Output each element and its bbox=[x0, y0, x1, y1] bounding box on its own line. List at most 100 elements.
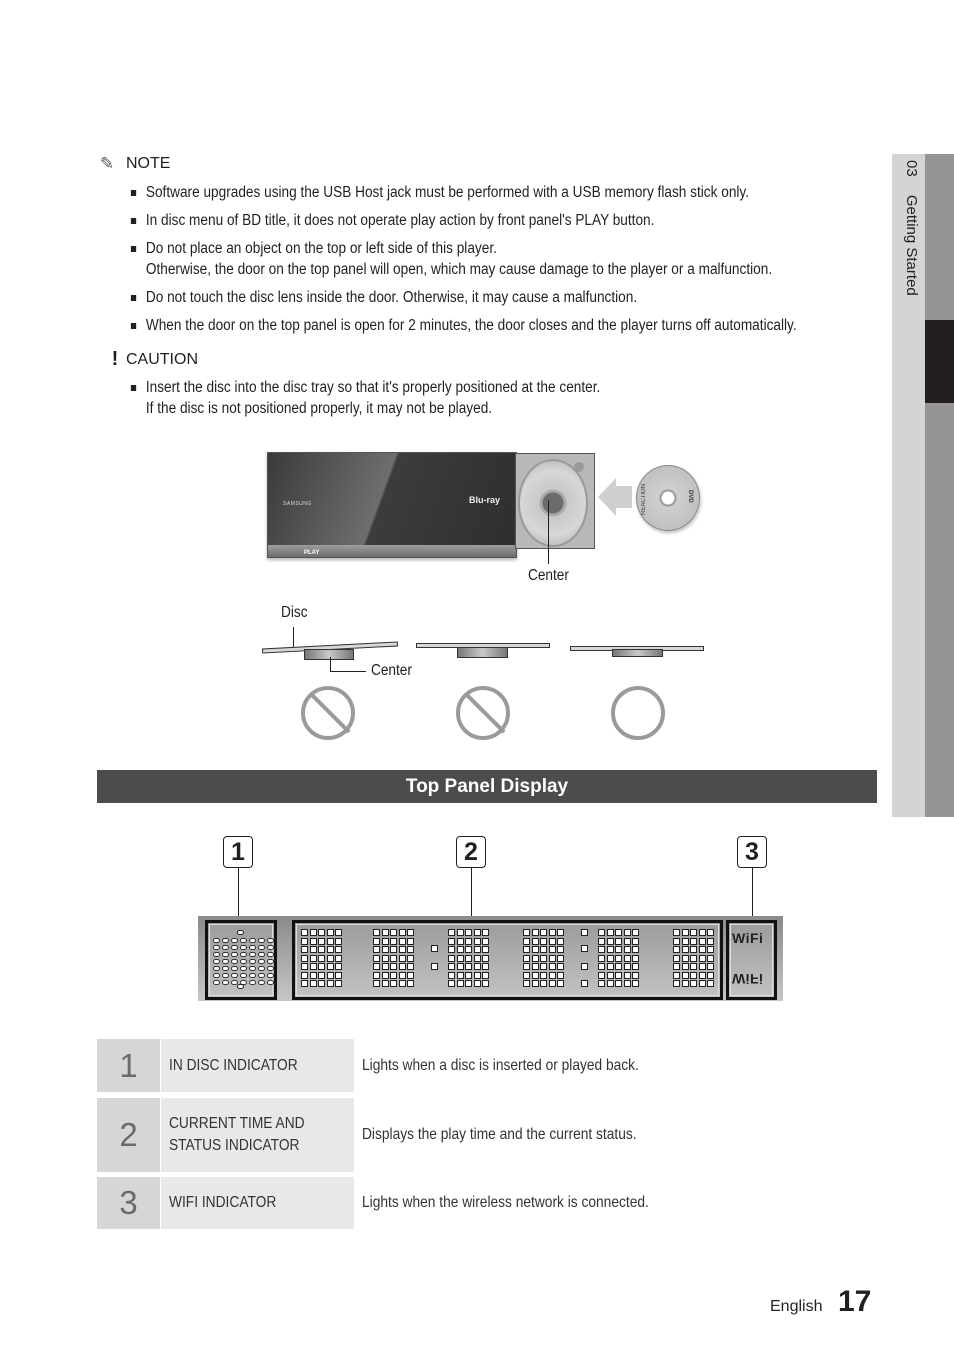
matrix-cell bbox=[623, 954, 631, 962]
matrix-dot bbox=[222, 966, 229, 971]
note-item: Do not touch the disc lens inside the do… bbox=[130, 287, 850, 308]
matrix-dot bbox=[249, 945, 256, 950]
bluray-player-illustration: SAMSUNG Blu-ray PLAY bbox=[267, 452, 517, 558]
matrix-cell bbox=[373, 946, 380, 953]
matrix-dot bbox=[231, 945, 238, 950]
matrix-cell bbox=[309, 954, 317, 962]
matrix-cell bbox=[482, 963, 489, 970]
row-name: WIFI INDICATOR bbox=[161, 1177, 354, 1229]
matrix-cell bbox=[381, 980, 389, 987]
matrix-dot bbox=[231, 959, 238, 964]
callout-2-leader bbox=[471, 868, 472, 918]
matrix-cell bbox=[456, 929, 464, 936]
matrix-cell bbox=[448, 946, 455, 953]
matrix-cell bbox=[390, 963, 397, 970]
matrix-cell bbox=[615, 937, 622, 945]
matrix-cell bbox=[690, 946, 697, 953]
matrix-cell bbox=[390, 954, 397, 962]
matrix-cell bbox=[557, 937, 564, 945]
caution-item: Insert the disc into the disc tray so th… bbox=[130, 377, 850, 419]
chapter-tab-marker bbox=[925, 320, 954, 403]
matrix-cell bbox=[309, 937, 317, 945]
matrix-dot bbox=[267, 959, 274, 964]
disc-leader-line bbox=[293, 627, 294, 649]
matrix-cell bbox=[448, 963, 455, 970]
matrix-cell bbox=[606, 980, 614, 987]
matrix-cell bbox=[707, 954, 714, 962]
matrix-dot bbox=[240, 938, 247, 943]
matrix-cell bbox=[632, 954, 639, 962]
matrix-cell bbox=[326, 963, 334, 970]
hub-tilted bbox=[304, 649, 354, 660]
matrix-cell bbox=[598, 971, 605, 979]
matrix-cell bbox=[540, 980, 547, 987]
matrix-cell bbox=[448, 929, 455, 936]
center-leader-line bbox=[548, 500, 549, 564]
caution-item-text-line2: If the disc is not positioned properly, … bbox=[145, 400, 493, 417]
matrix-dot bbox=[222, 980, 229, 985]
tray-disc bbox=[518, 459, 588, 547]
wifi-text: WiFi bbox=[732, 930, 764, 946]
matrix-cell bbox=[615, 971, 622, 979]
matrix-cell bbox=[598, 954, 605, 962]
note-heading: ✎ NOTE bbox=[96, 154, 171, 174]
matrix-cell bbox=[473, 946, 481, 953]
matrix-cell bbox=[398, 954, 406, 962]
note-item: Software upgrades using the USB Host jac… bbox=[130, 182, 850, 203]
matrix-cell bbox=[465, 929, 472, 936]
matrix-dot bbox=[258, 952, 265, 957]
row-description: Lights when a disc is inserted or played… bbox=[362, 1039, 877, 1092]
matrix-cell bbox=[681, 971, 689, 979]
matrix-cell bbox=[456, 980, 464, 987]
row-number: 2 bbox=[97, 1098, 160, 1172]
matrix-dot bbox=[222, 952, 229, 957]
table-row: 3 WIFI INDICATOR Lights when the wireles… bbox=[97, 1177, 877, 1229]
note-item-text: When the door on the top panel is open f… bbox=[145, 317, 797, 334]
matrix-cell bbox=[681, 929, 689, 936]
matrix-cell bbox=[398, 980, 406, 987]
matrix-cell bbox=[318, 980, 325, 987]
disc-illustration: REACTION DVD bbox=[636, 465, 700, 531]
matrix-cell bbox=[326, 929, 334, 936]
matrix-cell bbox=[698, 971, 706, 979]
insert-arrow-body bbox=[616, 486, 632, 508]
matrix-cell bbox=[335, 954, 342, 962]
matrix-cell bbox=[309, 971, 317, 979]
center-label: Center bbox=[528, 567, 569, 584]
matrix-cell bbox=[523, 980, 530, 987]
matrix-cell bbox=[557, 980, 564, 987]
matrix-cell bbox=[523, 954, 530, 962]
colon-dot bbox=[431, 945, 438, 952]
matrix-cell bbox=[326, 980, 334, 987]
matrix-cell bbox=[482, 971, 489, 979]
matrix-cell bbox=[623, 929, 631, 936]
note-list: Software upgrades using the USB Host jac… bbox=[130, 182, 850, 343]
matrix-cell bbox=[456, 971, 464, 979]
matrix-cell bbox=[540, 929, 547, 936]
matrix-cell bbox=[398, 946, 406, 953]
note-item-text: Software upgrades using the USB Host jac… bbox=[145, 184, 750, 201]
row-description-text: Lights when a disc is inserted or played… bbox=[362, 1056, 639, 1074]
matrix-cell bbox=[690, 963, 697, 970]
colon-dot bbox=[581, 929, 588, 936]
matrix-cell bbox=[623, 971, 631, 979]
matrix-cell bbox=[548, 946, 556, 953]
chapter-tab-label[interactable]: 03 Getting Started bbox=[896, 160, 920, 360]
matrix-cell bbox=[448, 971, 455, 979]
matrix-cell bbox=[632, 946, 639, 953]
center-leader-horizontal bbox=[330, 671, 366, 672]
matrix-cell bbox=[523, 946, 530, 953]
matrix-cell bbox=[698, 980, 706, 987]
matrix-cell bbox=[615, 954, 622, 962]
prohibited-icon bbox=[301, 686, 355, 740]
matrix-cell bbox=[398, 937, 406, 945]
matrix-cell bbox=[326, 971, 334, 979]
matrix-cell bbox=[615, 963, 622, 970]
matrix-dot bbox=[213, 959, 220, 964]
matrix-cell bbox=[465, 971, 472, 979]
note-item: In disc menu of BD title, it does not op… bbox=[130, 210, 850, 231]
row-name-line1: CURRENT TIME AND bbox=[169, 1115, 305, 1132]
matrix-dot bbox=[267, 966, 274, 971]
matrix-cell bbox=[632, 937, 639, 945]
matrix-cell bbox=[318, 954, 325, 962]
